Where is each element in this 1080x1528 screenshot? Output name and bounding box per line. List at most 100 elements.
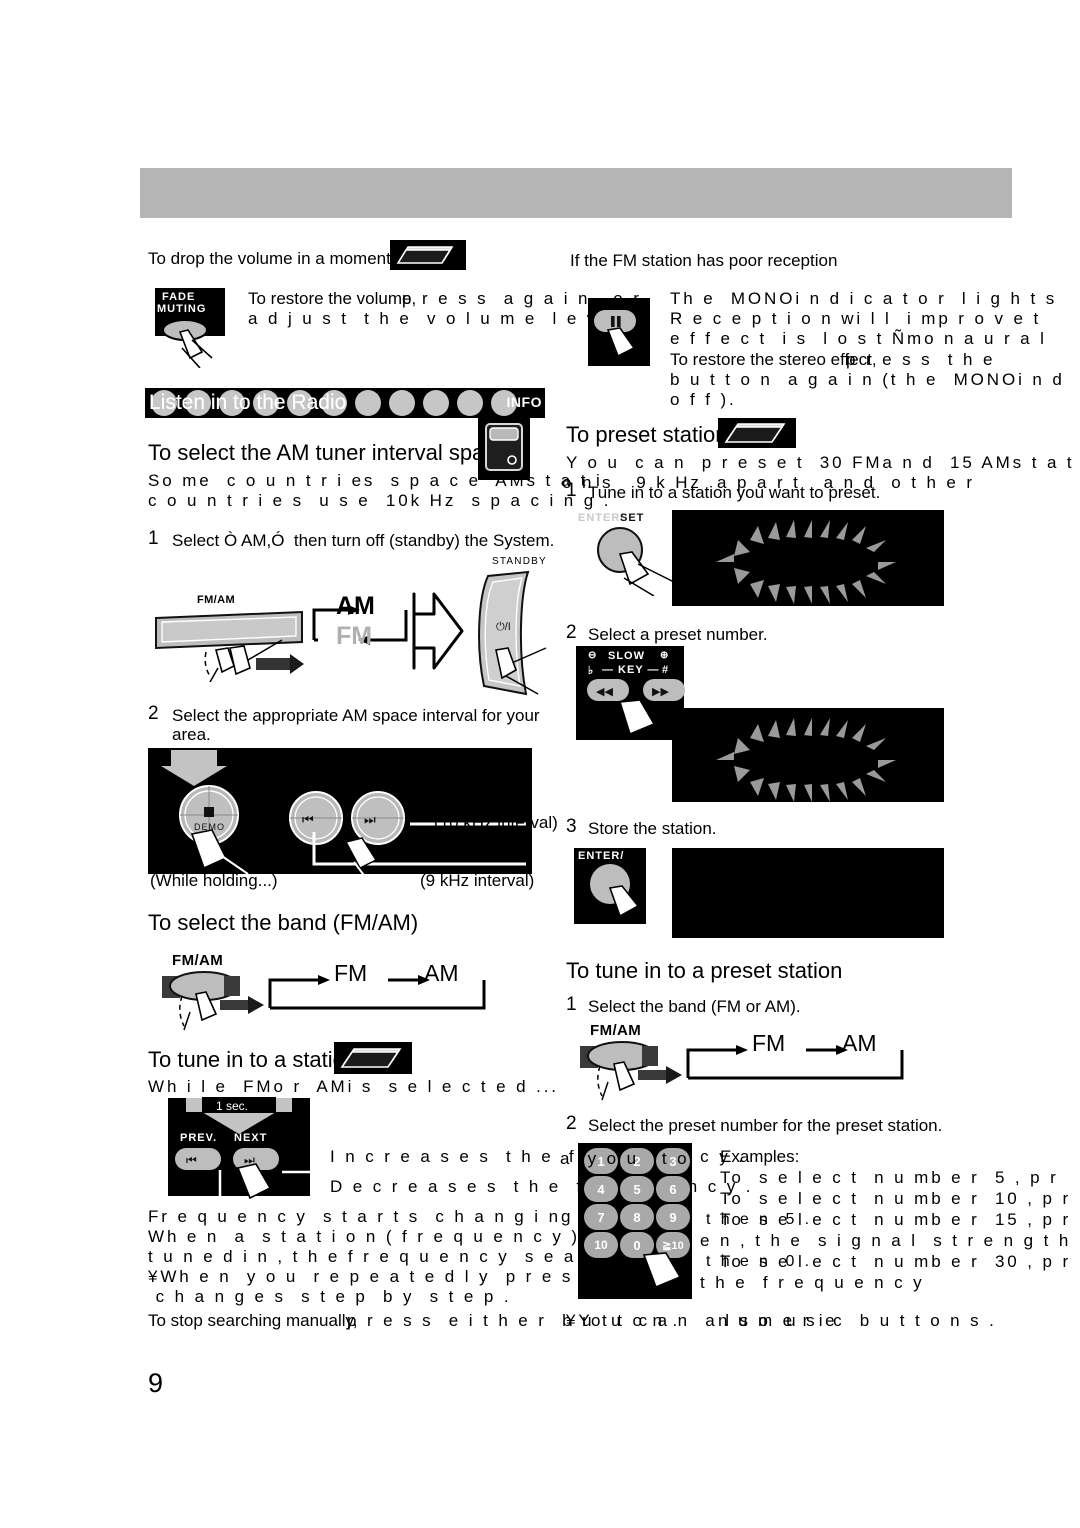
tune-preset-step1-number: 1 xyxy=(566,994,577,1015)
svg-text:⏻/I: ⏻/I xyxy=(496,621,511,633)
caption-10khz: (10 kHz interval) xyxy=(434,813,558,832)
mono-line-4-spaced: p r e s s t h e xyxy=(846,350,996,369)
example-2: To s e l e c t n u mb e r 10 , p r xyxy=(720,1189,1072,1208)
svg-text:▶▶: ▶▶ xyxy=(652,685,669,698)
footnote-2: n u m e r i c b u t t o n s . xyxy=(718,1311,997,1330)
deck-fmam-illustration xyxy=(152,602,312,682)
preset-step2-text: Select a preset number. xyxy=(588,625,768,644)
tune-preset-fmam-label: FM/AM xyxy=(590,1022,642,1039)
tune-preset-step2-number: 2 xyxy=(566,1113,577,1134)
tune-note-6-plain: To stop searching manually, xyxy=(148,1311,358,1330)
tune-station-heading: To tune in to a station xyxy=(148,1047,358,1072)
display-panel-3 xyxy=(672,848,944,938)
fade-restore-plain: To restore the volume, xyxy=(248,289,417,308)
am-step2-text-line1: Select the appropriate AM space interval… xyxy=(172,706,540,725)
tune-preset-step2-text: Select the preset number for the preset … xyxy=(588,1116,943,1135)
example-1: To s e l e c t n u mb e r 5 , p r xyxy=(720,1168,1059,1187)
example-3b: t h e n 5 . xyxy=(706,1211,812,1228)
preset-step2-number: 2 xyxy=(566,622,577,643)
display-panel-1 xyxy=(672,510,944,606)
svg-text:1 sec.: 1 sec. xyxy=(216,1099,248,1113)
keypad-key-8: 8 xyxy=(620,1204,654,1230)
enter-set-label-prefix: ENTER/ xyxy=(578,512,625,524)
display-panel-2 xyxy=(672,708,944,802)
tune-station-subtext: Wh i l e FMo r AMi s s e l e c t e d ... xyxy=(148,1077,559,1096)
tune-preset-am-label: AM xyxy=(842,1030,877,1056)
band-fm-label: FM xyxy=(334,960,368,986)
key-flat-icon: ♭ xyxy=(588,665,595,677)
overlap-text-a: a y o u t o xyxy=(560,1149,698,1168)
overlap-text-c: t h e f r e q u e n c y xyxy=(700,1273,925,1292)
tune-note-2: Wh e n a s t a t i o n ( f r e q u e n c… xyxy=(148,1227,645,1246)
pause-button-remote xyxy=(592,308,646,364)
fade-muting-label-line1: FADE xyxy=(162,291,196,303)
slow-minus-icon: ⊖ xyxy=(588,650,598,661)
slow-plus-icon: ⊕ xyxy=(660,650,670,661)
am-interval-body-2: c o u n t r i e s u s e 10k Hz s p a c i… xyxy=(148,491,612,510)
caption-9khz: (9 kHz interval) xyxy=(420,871,535,890)
preset-step1-text: Tune in to a station you want to preset. xyxy=(588,483,881,502)
tune-note-3: t u n e d i n , t h e f r e q u e n c y … xyxy=(148,1247,632,1266)
preset-heading: To preset stations xyxy=(566,422,739,447)
standby-label: STANDBY xyxy=(492,556,547,567)
finger-slow-icon xyxy=(616,698,676,744)
flow-arrow-icon xyxy=(408,588,468,674)
tune-preset-fm-label: FM xyxy=(752,1030,786,1056)
keypad-key-9: 9 xyxy=(656,1204,690,1230)
enter-knob-remote xyxy=(580,862,650,928)
mono-line-1: Th e MONOi n d i c a t o r l i g h t s xyxy=(670,289,1058,308)
band-am-label: AM xyxy=(424,960,459,986)
am-step1-number: 1 xyxy=(148,528,159,549)
remote-key-illustration-tune xyxy=(334,1042,412,1074)
slow-label: SLOW xyxy=(608,650,645,662)
next-label: NEXT xyxy=(234,1132,268,1144)
remote-key-illustration-preset xyxy=(718,418,796,448)
tune-note-1: Fr e q u e n c y s t a r t s c h a n g i… xyxy=(148,1207,621,1226)
am-interval-heading: To select the AM tuner interval spacing xyxy=(148,440,525,465)
mono-line-3: e f f e c t i s l o s t Ñmo n a u r a l xyxy=(670,329,1047,348)
preset-body-1: Y o u c a n p r e s e t 30 FMa n d 15 AM… xyxy=(566,453,1080,472)
section-title-text: Listen in to the Radio xyxy=(149,391,347,414)
am-state-label: AM xyxy=(336,592,375,620)
key-label: — KEY — xyxy=(602,664,660,676)
keypad-key-5: 5 xyxy=(620,1176,654,1202)
am-step2-text-line2: area. xyxy=(172,725,211,744)
overlap-text-b: e n , t h e s i g n a l s t r e n g t h … xyxy=(700,1231,1080,1250)
down-arrow-icon xyxy=(155,748,231,788)
keypad-key-6: 6 xyxy=(656,1176,690,1202)
svg-text:⏮: ⏮ xyxy=(186,1153,197,1167)
mono-line-5: b u t t o n a g a i n (t h e MONOi n d xyxy=(670,370,1065,389)
am-interval-body-1: So me c o u n t r i es s p a c e AMs t a… xyxy=(148,471,603,490)
fm-state-label: FM xyxy=(336,622,373,650)
prev-label: PREV. xyxy=(180,1132,218,1144)
hold-1sec-arrow-icon: 1 sec. xyxy=(176,1096,302,1136)
caption-while-holding: (While holding...) xyxy=(150,871,278,890)
fade-muting-heading: To drop the volume in a moment xyxy=(148,249,391,268)
band-select-button-label: FM/AM xyxy=(172,952,224,969)
mono-line-6: o f f ). xyxy=(670,390,737,409)
key-sharp-icon: # xyxy=(662,664,670,676)
standby-power-illustration: ⏻/I xyxy=(462,568,562,698)
preset-step3-number: 3 xyxy=(566,816,577,837)
keypad-key-7: 7 xyxy=(584,1204,618,1230)
preset-step3-text: Store the station. xyxy=(588,819,717,838)
enter-set-label-suffix: SET xyxy=(620,512,645,524)
section-title-banner: Listen in to the Radio INFO xyxy=(145,388,545,418)
svg-text:◀◀: ◀◀ xyxy=(596,685,613,698)
info-badge: INFO xyxy=(506,394,542,410)
examples-title: Examples: xyxy=(720,1147,800,1166)
enter-label: ENTER/ xyxy=(578,850,625,862)
tune-note-5: c h a n g e s s t e p b y s t e p . xyxy=(148,1287,512,1306)
manual-page: To drop the volume in a moment FADE MUTI… xyxy=(0,0,1080,1528)
mono-line-2: R e c e p t i o n wi l l i mp r o v e t xyxy=(670,309,1042,328)
preset-step1-number: 1 xyxy=(566,480,577,501)
fade-muting-button-knob xyxy=(160,318,222,368)
fade-muting-label-line2: MUTING xyxy=(157,303,207,315)
page-number: 9 xyxy=(148,1368,164,1398)
band-select-heading: To select the band (FM/AM) xyxy=(148,910,419,935)
header-bar xyxy=(140,168,1012,218)
keypad-key-10: 10 xyxy=(584,1232,618,1258)
am-step1-text: Select Ò AM,Ó then turn off (standby) th… xyxy=(172,531,555,550)
remote-key-illustration-fade xyxy=(390,240,466,270)
prev-button-remote: ⏮ xyxy=(174,1146,222,1172)
